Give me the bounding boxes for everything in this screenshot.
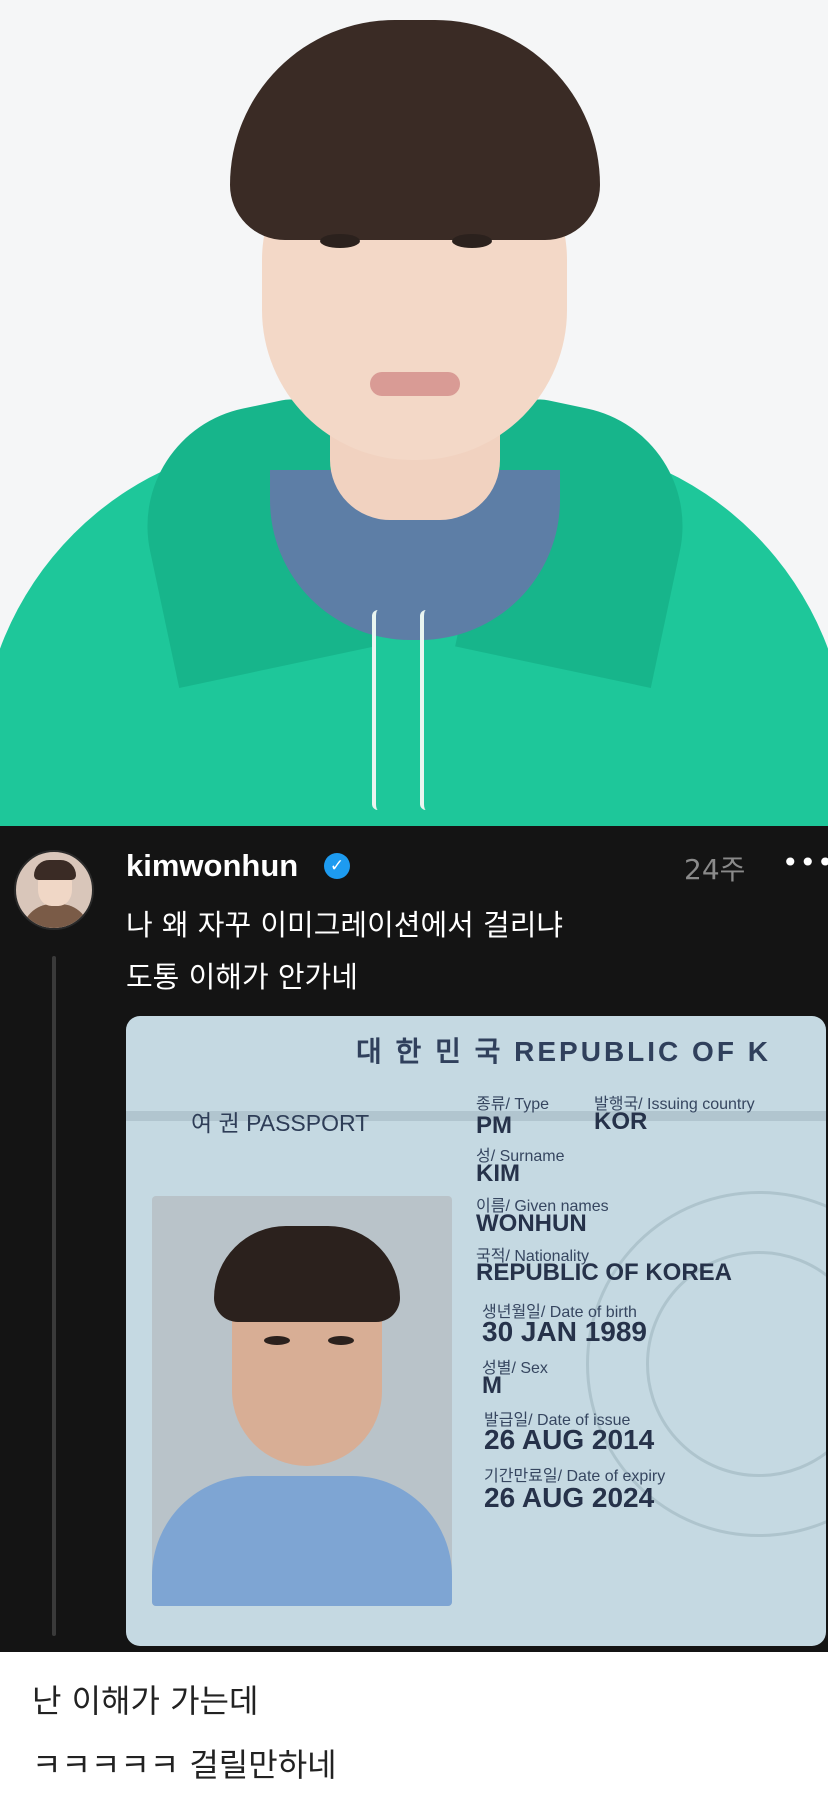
thread-post: kimwonhun ✓ 24주 ••• 나 왜 자꾸 이미그레이션에서 걸리냐 … — [0, 826, 828, 1652]
dob-value: 30 JAN 1989 — [482, 1316, 648, 1347]
more-options-icon[interactable]: ••• — [782, 846, 828, 879]
passport-photo-eye-right — [328, 1336, 354, 1345]
passport-photo-shirt — [152, 1476, 452, 1606]
given-names-value: WONHUN — [476, 1210, 587, 1237]
hoodie-cord-right — [420, 610, 434, 810]
type-value: PM — [476, 1112, 512, 1139]
issue-value: 26 AUG 2014 — [484, 1424, 655, 1455]
avatar-body — [22, 904, 90, 928]
post-text-line2: 도통 이해가 안가네 — [126, 960, 358, 994]
nationality-value: REPUBLIC OF KOREA — [476, 1259, 733, 1286]
passport-image[interactable]: 대 한 민 국 REPUBLIC OF K 여 권 PASSPORT 종류/ T… — [126, 1016, 826, 1646]
passport-title: 여 권 PASSPORT — [191, 1110, 370, 1136]
hoodie-cord-left — [372, 610, 386, 810]
post-time: 24주 — [684, 853, 746, 886]
comment-line1: 난 이해가 가는데 — [32, 1682, 259, 1720]
passport-photo-hair — [214, 1226, 400, 1322]
lips — [370, 372, 460, 396]
left-eye — [320, 234, 360, 248]
type-label: 종류/ Type — [476, 1096, 550, 1113]
sex-value: M — [482, 1372, 502, 1399]
username[interactable]: kimwonhun — [126, 848, 298, 884]
thread-line — [52, 956, 56, 1636]
comment-line2: ㅋㅋㅋㅋㅋ 걸릴만하네 — [32, 1746, 337, 1784]
hair — [230, 20, 600, 240]
expiry-value: 26 AUG 2024 — [484, 1482, 655, 1513]
profile-photo — [0, 0, 828, 826]
country-value: KOR — [594, 1108, 648, 1135]
verified-badge-icon: ✓ — [324, 853, 350, 879]
right-eye — [452, 234, 492, 248]
passport-photo-eye-left — [264, 1336, 290, 1345]
passport-photo — [152, 1196, 452, 1606]
avatar-hair — [34, 860, 76, 880]
avatar[interactable] — [14, 850, 94, 930]
post-text-line1: 나 왜 자꾸 이미그레이션에서 걸리냐 — [126, 908, 564, 942]
surname-value: KIM — [476, 1160, 520, 1187]
passport-header: 대 한 민 국 REPUBLIC OF K — [356, 1036, 771, 1067]
